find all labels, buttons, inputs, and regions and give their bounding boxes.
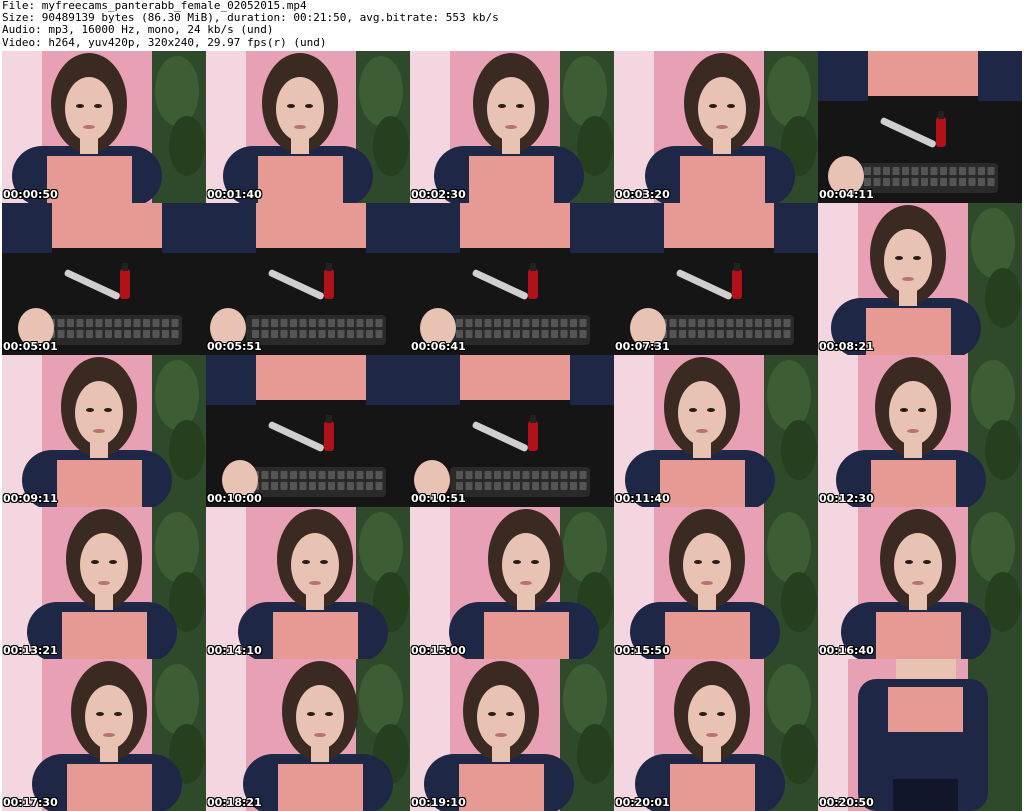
- file-info-header: File: myfreecams_panterabb_female_020520…: [2, 0, 1022, 50]
- thumbnail-image: [2, 355, 206, 507]
- thumbnail-frame: 00:03:20: [614, 51, 818, 203]
- thumbnail-timestamp: 00:09:11: [3, 492, 58, 505]
- thumbnail-image: [614, 659, 818, 811]
- thumbnail-timestamp: 00:18:21: [207, 796, 262, 809]
- thumbnail-image: [614, 507, 818, 659]
- thumbnail-image: [206, 507, 410, 659]
- thumbnail-frame: 00:09:11: [2, 355, 206, 507]
- thumbnail-frame: 00:07:31: [614, 203, 818, 355]
- thumbnail-frame: 00:01:40: [206, 51, 410, 203]
- thumbnail-timestamp: 00:17:30: [3, 796, 58, 809]
- thumbnail-timestamp: 00:05:51: [207, 340, 262, 353]
- thumbnail-frame: 00:16:40: [818, 507, 1022, 659]
- thumbnail-frame: 00:05:01: [2, 203, 206, 355]
- thumbnail-image: [410, 507, 614, 659]
- thumbnail-frame: 00:14:10: [206, 507, 410, 659]
- thumbnail-frame: 00:10:51: [410, 355, 614, 507]
- thumbnail-frame: 00:18:21: [206, 659, 410, 811]
- thumbnail-image: [2, 51, 206, 203]
- thumbnail-image: [410, 659, 614, 811]
- thumbnail-image: [2, 203, 206, 355]
- thumbnail-frame: 00:17:30: [2, 659, 206, 811]
- thumbnail-timestamp: 00:01:40: [207, 188, 262, 201]
- thumbnail-image: [818, 659, 1022, 811]
- thumbnail-timestamp: 00:14:10: [207, 644, 262, 657]
- thumbnail-frame: 00:05:51: [206, 203, 410, 355]
- thumbnail-timestamp: 00:10:00: [207, 492, 262, 505]
- thumbnail-frame: 00:10:00: [206, 355, 410, 507]
- thumbnail-frame: 00:13:21: [2, 507, 206, 659]
- thumbnail-frame: 00:04:11: [818, 51, 1022, 203]
- thumbnail-frame: 00:20:01: [614, 659, 818, 811]
- thumbnail-image: [410, 51, 614, 203]
- thumbnail-timestamp: 00:13:21: [3, 644, 58, 657]
- audio-info-line: Audio: mp3, 16000 Hz, mono, 24 kb/s (und…: [2, 23, 274, 37]
- thumbnail-image: [818, 355, 1022, 507]
- thumbnail-timestamp: 00:11:40: [615, 492, 670, 505]
- thumbnail-timestamp: 00:07:31: [615, 340, 670, 353]
- thumbnail-image: [410, 355, 614, 507]
- thumbnail-image: [2, 659, 206, 811]
- thumbnail-image: [206, 51, 410, 203]
- thumbnail-frame: 00:08:21: [818, 203, 1022, 355]
- thumbnail-frame: 00:00:50: [2, 51, 206, 203]
- thumbnail-grid: 00:00:50 00:01:40 00:02:30 00:03:20 00:0…: [2, 51, 1022, 811]
- thumbnail-timestamp: 00:19:10: [411, 796, 466, 809]
- thumbnail-frame: 00:19:10: [410, 659, 614, 811]
- thumbnail-timestamp: 00:00:50: [3, 188, 58, 201]
- thumbnail-timestamp: 00:15:50: [615, 644, 670, 657]
- thumbnail-image: [614, 203, 818, 355]
- thumbnail-image: [614, 51, 818, 203]
- thumbnail-timestamp: 00:10:51: [411, 492, 466, 505]
- thumbnail-frame: 00:15:00: [410, 507, 614, 659]
- thumbnail-timestamp: 00:04:11: [819, 188, 874, 201]
- thumbnail-frame: 00:02:30: [410, 51, 614, 203]
- thumbnail-timestamp: 00:08:21: [819, 340, 874, 353]
- thumbnail-frame: 00:06:41: [410, 203, 614, 355]
- video-info-line: Video: h264, yuv420p, 320x240, 29.97 fps…: [2, 35, 327, 49]
- thumbnail-timestamp: 00:06:41: [411, 340, 466, 353]
- thumbnail-frame: 00:20:50: [818, 659, 1022, 811]
- thumbnail-frame: 00:12:30: [818, 355, 1022, 507]
- thumbnail-image: [206, 203, 410, 355]
- thumbnail-timestamp: 00:03:20: [615, 188, 670, 201]
- thumbnail-image: [818, 51, 1022, 203]
- thumbnail-timestamp: 00:05:01: [3, 340, 58, 353]
- thumbnail-timestamp: 00:02:30: [411, 188, 466, 201]
- thumbnail-image: [206, 659, 410, 811]
- thumbnail-frame: 00:11:40: [614, 355, 818, 507]
- thumbnail-timestamp: 00:20:01: [615, 796, 670, 809]
- thumbnail-image: [818, 203, 1022, 355]
- thumbnail-timestamp: 00:15:00: [411, 644, 466, 657]
- thumbnail-timestamp: 00:12:30: [819, 492, 874, 505]
- thumbnail-image: [206, 355, 410, 507]
- thumbnail-image: [2, 507, 206, 659]
- thumbnail-frame: 00:15:50: [614, 507, 818, 659]
- thumbnail-timestamp: 00:16:40: [819, 644, 874, 657]
- thumbnail-image: [410, 203, 614, 355]
- thumbnail-image: [614, 355, 818, 507]
- thumbnail-timestamp: 00:20:50: [819, 796, 874, 809]
- thumbnail-image: [818, 507, 1022, 659]
